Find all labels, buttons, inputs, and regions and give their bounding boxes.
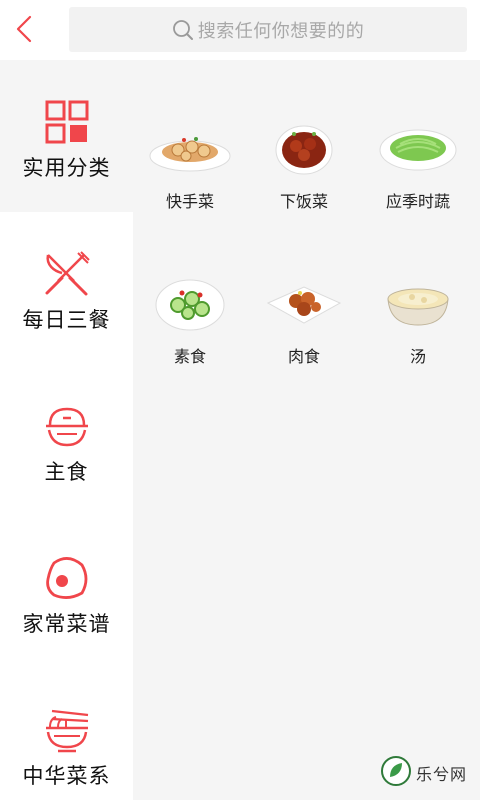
category-quick-dishes[interactable]: 快手菜 [133, 120, 247, 212]
egg-icon [43, 554, 91, 602]
leaf-logo-icon [380, 755, 412, 791]
soup-bowl-icon [376, 275, 460, 333]
category-label: 汤 [409, 347, 426, 366]
green-vegetable-dish-icon [376, 120, 460, 178]
category-content: 快手菜 下饭菜 应季时蔬 素食 肉食 汤 [133, 60, 480, 800]
fork-knife-icon [43, 250, 91, 298]
chevron-left-icon [16, 15, 32, 43]
cucumber-dish-icon [148, 275, 232, 333]
sidebar-item-staple-food[interactable]: 主食 [0, 364, 133, 516]
category-soup[interactable]: 汤 [361, 275, 475, 367]
grid-icon [43, 98, 91, 146]
category-seasonal-vegetables[interactable]: 应季时蔬 [361, 120, 475, 212]
top-bar: 搜索任何你想要的的 [0, 0, 480, 60]
sidebar-item-label: 中华菜系 [22, 764, 111, 788]
meat-dish-icon [262, 275, 346, 333]
search-input[interactable]: 搜索任何你想要的的 [69, 7, 467, 52]
category-label: 下饭菜 [279, 192, 328, 211]
noodle-bowl-icon [43, 706, 91, 754]
sidebar-item-chinese-cuisines[interactable]: 中华菜系 [0, 668, 133, 800]
category-label: 素食 [173, 347, 206, 366]
watermark: 乐兮网 [380, 756, 470, 790]
rice-bowl-icon [43, 402, 91, 450]
category-label: 快手菜 [165, 192, 214, 211]
category-label: 肉食 [287, 347, 320, 366]
sidebar-item-label: 主食 [44, 460, 89, 484]
search-icon [172, 19, 194, 41]
back-button[interactable] [8, 12, 40, 46]
category-sidebar: 实用分类 每日三餐 主食 家常菜谱 中华菜系 [0, 60, 133, 800]
category-label: 应季时蔬 [385, 192, 450, 211]
sidebar-item-home-recipes[interactable]: 家常菜谱 [0, 516, 133, 668]
sidebar-item-label: 实用分类 [22, 156, 111, 180]
sidebar-item-three-meals[interactable]: 每日三餐 [0, 212, 133, 364]
category-meat[interactable]: 肉食 [247, 275, 361, 367]
watermark-text: 乐兮网 [416, 765, 468, 784]
search-placeholder: 搜索任何你想要的的 [197, 20, 365, 42]
lotus-root-dish-icon [148, 120, 232, 178]
category-rice-dishes[interactable]: 下饭菜 [247, 120, 361, 212]
braised-pork-dish-icon [262, 120, 346, 178]
category-vegetarian[interactable]: 素食 [133, 275, 247, 367]
sidebar-item-label: 每日三餐 [22, 308, 111, 332]
sidebar-item-practical-categories[interactable]: 实用分类 [0, 60, 133, 212]
sidebar-item-label: 家常菜谱 [22, 612, 111, 636]
